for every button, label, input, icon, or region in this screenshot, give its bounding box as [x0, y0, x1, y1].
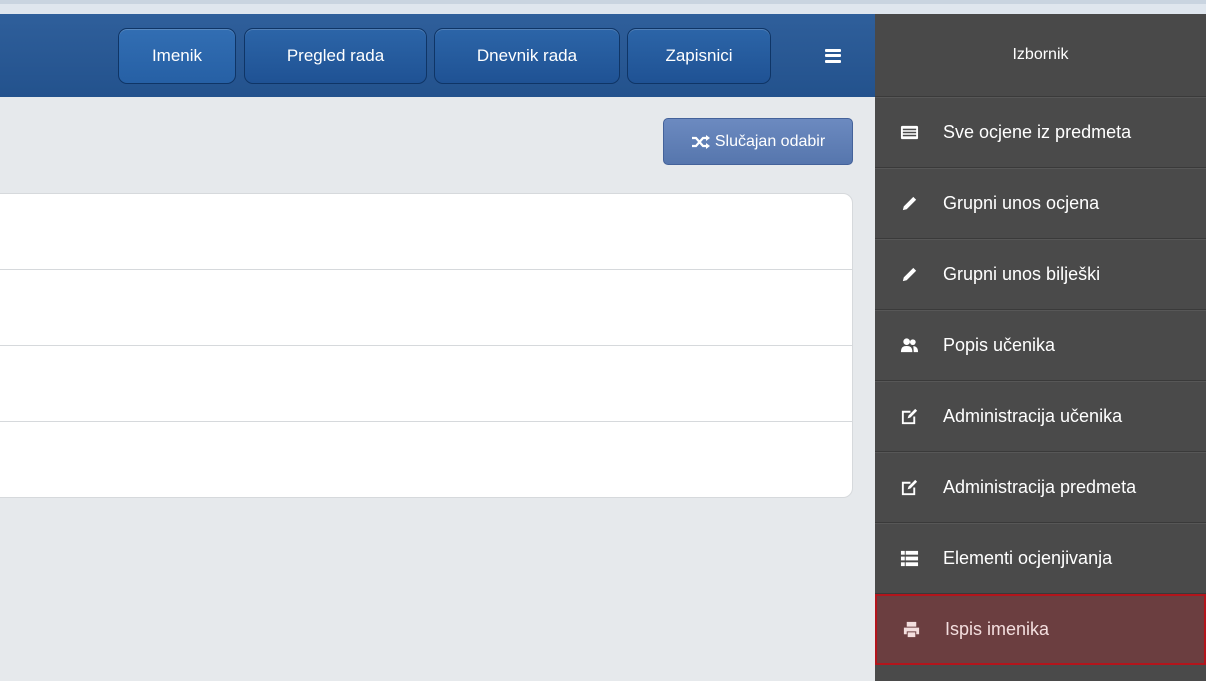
print-icon [877, 620, 945, 639]
hamburger-icon[interactable] [790, 14, 875, 97]
sidebar-item-grupni-unos-biljeski[interactable]: Grupni unos bilješki [875, 239, 1206, 310]
content-panel [0, 193, 853, 498]
nav-imenik-button[interactable]: Imenik [118, 28, 236, 84]
list-item[interactable] [0, 194, 852, 270]
sidebar-item-label: Administracija predmeta [943, 477, 1137, 497]
list-icon [875, 549, 943, 568]
nav-pregled-rada-button[interactable]: Pregled rada [244, 28, 427, 84]
sidebar-item-administracija-ucenika[interactable]: Administracija učenika [875, 381, 1206, 452]
random-pick-label: Slučajan odabir [714, 132, 826, 150]
edit-icon [875, 478, 943, 497]
sidebar-item-label: Grupni unos ocjena [943, 193, 1100, 213]
shuffle-icon [691, 134, 710, 149]
sidebar-item-popis-ucenika[interactable]: Popis učenika [875, 310, 1206, 381]
sidebar-item-ispis-imenika[interactable]: Ispis imenika [875, 594, 1206, 665]
pencil-icon [875, 194, 943, 213]
sidebar-item-label: Sve ocjene iz predmeta [943, 122, 1132, 142]
sidebar-item-sve-ocjene[interactable]: Sve ocjene iz predmeta [875, 97, 1206, 168]
random-pick-button[interactable]: Slučajan odabir [663, 118, 853, 165]
edit-icon [875, 407, 943, 426]
list-item[interactable] [0, 270, 852, 346]
list-alt-icon [875, 123, 943, 142]
users-icon [875, 336, 943, 355]
sidebar-item-label: Elementi ocjenjivanja [943, 548, 1113, 568]
sidebar-title: Izbornik [875, 14, 1206, 97]
sidebar-menu: Izbornik Sve ocjene iz predmeta Grupni u… [875, 14, 1206, 681]
sidebar-item-label: Grupni unos bilješki [943, 264, 1101, 284]
nav-dnevnik-rada-button[interactable]: Dnevnik rada [434, 28, 620, 84]
browser-top-strip [0, 0, 1206, 14]
list-item[interactable] [0, 422, 852, 497]
sidebar-item-label: Popis učenika [943, 335, 1056, 355]
pencil-icon [875, 265, 943, 284]
sidebar-item-administracija-predmeta[interactable]: Administracija predmeta [875, 452, 1206, 523]
sidebar-item-label: Ispis imenika [945, 619, 1050, 639]
nav-zapisnici-button[interactable]: Zapisnici [627, 28, 771, 84]
sidebar-item-elementi-ocjenjivanja[interactable]: Elementi ocjenjivanja [875, 523, 1206, 594]
top-navbar: Imenik Pregled rada Dnevnik rada Zapisni… [0, 14, 875, 97]
list-item[interactable] [0, 346, 852, 422]
sidebar-item-grupni-unos-ocjena[interactable]: Grupni unos ocjena [875, 168, 1206, 239]
sidebar-item-label: Administracija učenika [943, 406, 1123, 426]
